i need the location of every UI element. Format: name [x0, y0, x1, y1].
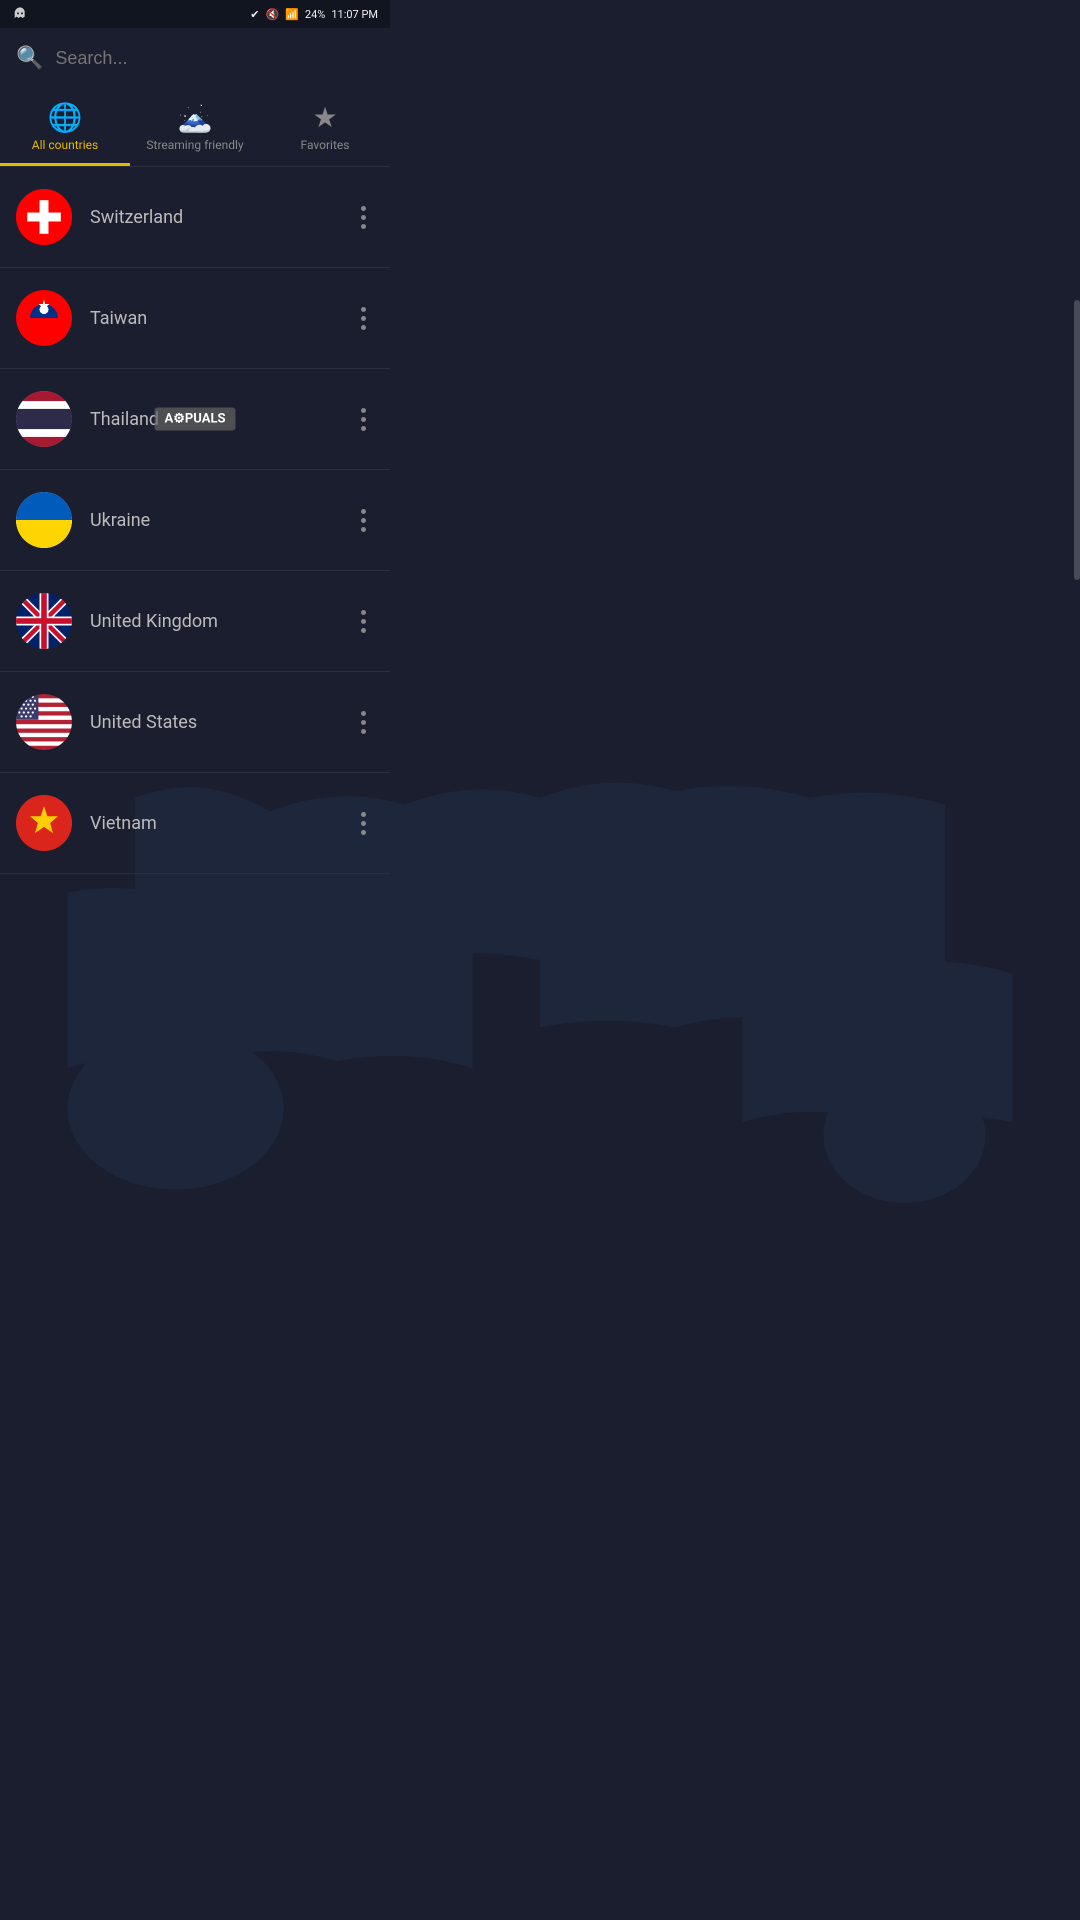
tab-all-countries[interactable]: 🌐 All countries	[0, 89, 130, 166]
search-bar: 🔍	[0, 28, 390, 89]
country-list: Switzerland Taiwan	[0, 167, 390, 874]
more-options-switzerland[interactable]	[353, 198, 374, 237]
search-input[interactable]	[55, 48, 374, 69]
flag-ukraine	[16, 492, 72, 548]
country-name-switzerland: Switzerland	[90, 207, 353, 228]
country-item-thailand[interactable]: Thailand A⚙PUALS	[0, 369, 390, 470]
country-item-vietnam[interactable]: Vietnam	[0, 773, 390, 874]
scrollbar[interactable]	[1074, 300, 1080, 580]
flag-taiwan	[16, 290, 72, 346]
country-item-switzerland[interactable]: Switzerland	[0, 167, 390, 268]
country-name-taiwan: Taiwan	[90, 308, 353, 329]
more-options-united-kingdom[interactable]	[353, 602, 374, 641]
more-options-united-states[interactable]	[353, 703, 374, 742]
mute-icon: 🔇	[266, 8, 280, 21]
tab-favorites[interactable]: ★ Favorites	[260, 89, 390, 166]
more-options-ukraine[interactable]	[353, 501, 374, 540]
flag-switzerland	[16, 189, 72, 245]
star-icon: ★	[312, 101, 337, 134]
search-icon: 🔍	[16, 46, 43, 71]
bluetooth-icon: ✔	[250, 8, 259, 21]
globe-icon: 🌐	[48, 101, 83, 134]
country-name-ukraine: Ukraine	[90, 510, 353, 531]
country-item-taiwan[interactable]: Taiwan	[0, 268, 390, 369]
country-name-vietnam: Vietnam	[90, 813, 353, 834]
time-display: 11:07 PM	[331, 8, 378, 21]
more-options-vietnam[interactable]	[353, 804, 374, 843]
wifi-icon: 📶	[285, 8, 299, 21]
tab-streaming-friendly[interactable]: 🗻 Streaming friendly	[130, 89, 260, 166]
tab-bar: 🌐 All countries 🗻 Streaming friendly ★ F…	[0, 89, 390, 167]
more-options-thailand[interactable]	[353, 400, 374, 439]
country-name-united-kingdom: United Kingdom	[90, 611, 353, 632]
more-options-taiwan[interactable]	[353, 299, 374, 338]
country-name-thailand: Thailand	[90, 409, 353, 430]
battery-text: 24%	[305, 8, 325, 21]
country-name-united-states: United States	[90, 712, 353, 733]
country-item-united-states[interactable]: United States	[0, 672, 390, 773]
tab-favorites-label: Favorites	[301, 138, 350, 152]
tab-streaming-label: Streaming friendly	[146, 138, 243, 152]
country-item-ukraine[interactable]: Ukraine	[0, 470, 390, 571]
tab-all-countries-label: All countries	[32, 138, 98, 152]
flag-united-kingdom	[16, 593, 72, 649]
app-icon	[12, 6, 28, 22]
monitor-icon: 🗻	[178, 101, 213, 134]
status-bar: ✔ 🔇 📶 24% 11:07 PM	[0, 0, 390, 28]
country-item-united-kingdom[interactable]: United Kingdom	[0, 571, 390, 672]
flag-thailand	[16, 391, 72, 447]
flag-united-states	[16, 694, 72, 750]
flag-vietnam	[16, 795, 72, 851]
